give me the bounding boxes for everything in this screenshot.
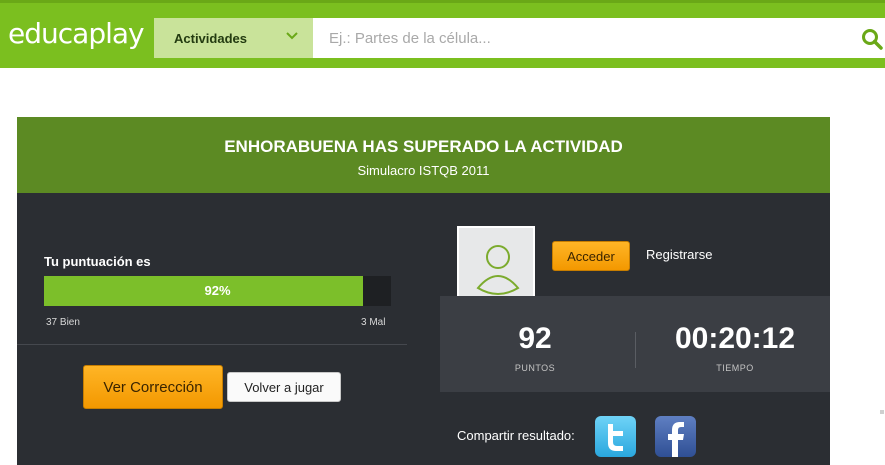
- result-card: ENHORABUENA HAS SUPERADO LA ACTIVIDAD Si…: [17, 117, 830, 465]
- result-banner: ENHORABUENA HAS SUPERADO LA ACTIVIDAD Si…: [17, 117, 830, 193]
- score-progress-bar: 92%: [44, 276, 391, 306]
- time-label: TIEMPO: [716, 363, 754, 373]
- view-correction-button[interactable]: Ver Corrección: [83, 365, 223, 409]
- correct-count: 37 Bien: [46, 317, 80, 328]
- logo-text-bold: play: [88, 17, 144, 50]
- activity-name: Simulacro ISTQB 2011: [357, 163, 490, 178]
- search-bar: [313, 18, 885, 58]
- category-dropdown-label: Actividades: [174, 30, 247, 46]
- top-navigation-bar: educaplay Actividades: [0, 0, 885, 68]
- logo-text-light: educa: [8, 17, 89, 50]
- category-dropdown[interactable]: Actividades: [154, 18, 313, 58]
- register-link[interactable]: Registrarse: [646, 247, 712, 262]
- share-label: Compartir resultado:: [457, 428, 575, 443]
- section-divider: [17, 344, 407, 345]
- facebook-icon[interactable]: [655, 416, 696, 457]
- chevron-down-icon: [286, 32, 298, 40]
- educaplay-logo[interactable]: educaplay: [8, 17, 145, 50]
- search-input[interactable]: [313, 18, 833, 58]
- scrollbar-marker: [880, 410, 884, 414]
- user-icon: [476, 245, 520, 295]
- search-icon[interactable]: [861, 28, 883, 50]
- wrong-count: 3 Mal: [361, 317, 386, 328]
- twitter-icon[interactable]: [595, 416, 636, 457]
- result-title: ENHORABUENA HAS SUPERADO LA ACTIVIDAD: [224, 137, 623, 156]
- stats-panel: 92 PUNTOS 00:20:12 TIEMPO: [440, 296, 830, 392]
- time-value: 00:20:12: [674, 322, 796, 355]
- play-again-button[interactable]: Volver a jugar: [227, 372, 341, 402]
- stats-divider: [635, 332, 636, 368]
- avatar: [457, 226, 535, 306]
- score-percent-text: 92%: [204, 283, 231, 298]
- points-value: 92: [518, 322, 552, 355]
- score-label: Tu puntuación es: [44, 254, 151, 269]
- login-button[interactable]: Acceder: [552, 241, 630, 271]
- points-label: PUNTOS: [514, 363, 556, 373]
